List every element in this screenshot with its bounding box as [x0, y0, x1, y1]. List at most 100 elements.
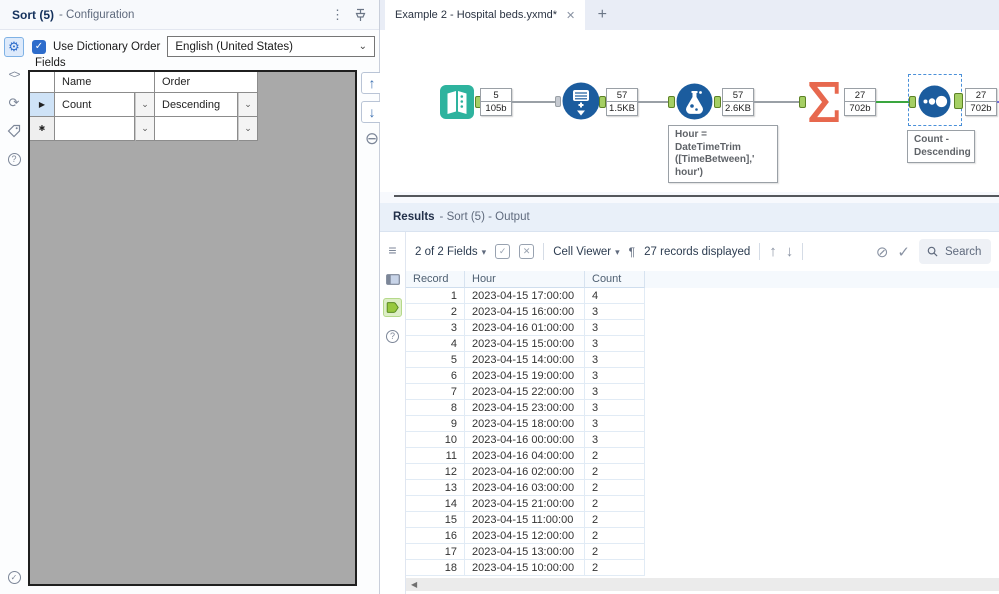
next-arrow-icon[interactable]: ↓ [786, 243, 794, 260]
count-cell[interactable]: 2 [585, 464, 645, 480]
count-cell[interactable]: 4 [585, 288, 645, 304]
splitter-handle[interactable] [394, 195, 999, 197]
count-cell[interactable]: 3 [585, 416, 645, 432]
wire-2[interactable] [638, 101, 669, 103]
hour-cell[interactable]: 2023-04-15 14:00:00 [465, 352, 585, 368]
scroll-left-icon[interactable]: ◀ [411, 580, 417, 589]
code-icon[interactable]: <> [4, 65, 24, 85]
count-cell[interactable]: 3 [585, 352, 645, 368]
record-cell[interactable]: 10 [406, 432, 465, 448]
record-cell[interactable]: 7 [406, 384, 465, 400]
settings-gear-icon[interactable]: ⚙ [4, 37, 24, 57]
panel-menu-icon[interactable]: ⋮ [321, 7, 354, 23]
formula-input-anchor[interactable] [668, 96, 675, 108]
generate-rows-output-anchor[interactable] [599, 96, 606, 108]
language-select[interactable]: English (United States) ⌄ [167, 36, 375, 57]
record-cell[interactable]: 16 [406, 528, 465, 544]
formula-tool[interactable] [676, 83, 713, 120]
connection-badge-5[interactable]: 27 702b [965, 88, 997, 116]
count-cell[interactable]: 2 [585, 544, 645, 560]
count-cell[interactable]: 3 [585, 368, 645, 384]
cell-viewer-dropdown[interactable]: Cell Viewer▾ [553, 246, 619, 258]
wire-1[interactable] [512, 101, 556, 103]
count-cell[interactable]: 3 [585, 304, 645, 320]
input-data-tool[interactable] [440, 85, 474, 119]
field-name-dropdown-icon[interactable]: ⌄ [135, 93, 155, 117]
column-header-record[interactable]: Record [406, 271, 465, 288]
panel-splitter[interactable] [380, 192, 999, 203]
summarize-input-anchor[interactable] [799, 96, 806, 108]
tag-icon[interactable] [4, 121, 24, 141]
row-selector-cell[interactable]: ▶ [30, 93, 55, 117]
field-order-dropdown-icon[interactable]: ⌄ [238, 93, 258, 117]
generate-rows-tool[interactable] [562, 82, 600, 120]
new-field-name-dropdown-icon[interactable]: ⌄ [135, 117, 155, 141]
hour-cell[interactable]: 2023-04-16 01:00:00 [465, 320, 585, 336]
count-cell[interactable]: 2 [585, 480, 645, 496]
new-field-order-dropdown-icon[interactable]: ⌄ [238, 117, 258, 141]
record-cell[interactable]: 6 [406, 368, 465, 384]
run-circle-icon[interactable]: ⟳ [4, 93, 24, 113]
record-cell[interactable]: 8 [406, 400, 465, 416]
count-cell[interactable]: 3 [585, 400, 645, 416]
prev-arrow-icon[interactable]: ↑ [769, 243, 777, 260]
apply-filter-check-icon[interactable]: ✓ [897, 243, 910, 261]
count-cell[interactable]: 2 [585, 528, 645, 544]
field-order-cell[interactable]: Descending [155, 93, 238, 117]
wire-3[interactable] [754, 101, 800, 103]
column-header-count[interactable]: Count [585, 271, 645, 288]
remove-field-button[interactable]: ⊖ [365, 130, 379, 147]
count-cell[interactable]: 3 [585, 320, 645, 336]
record-cell[interactable]: 11 [406, 448, 465, 464]
help-icon[interactable]: ? [4, 149, 24, 169]
workflow-canvas[interactable]: 5 105b 57 1.5KB [380, 30, 999, 192]
record-cell[interactable]: 14 [406, 496, 465, 512]
formula-output-anchor[interactable] [714, 96, 721, 108]
record-cell[interactable]: 13 [406, 480, 465, 496]
count-cell[interactable]: 2 [585, 512, 645, 528]
hour-cell[interactable]: 2023-04-15 15:00:00 [465, 336, 585, 352]
deselect-all-fields-icon[interactable]: ✕ [519, 244, 534, 259]
hour-cell[interactable]: 2023-04-15 13:00:00 [465, 544, 585, 560]
wire-4[interactable] [876, 101, 910, 103]
hour-cell[interactable]: 2023-04-16 03:00:00 [465, 480, 585, 496]
record-cell[interactable]: 18 [406, 560, 465, 576]
new-row-selector-cell[interactable]: ✱ [30, 117, 55, 141]
hour-cell[interactable]: 2023-04-15 12:00:00 [465, 528, 585, 544]
generate-rows-input-anchor[interactable] [555, 96, 561, 107]
output-anchor-tab[interactable] [383, 298, 402, 317]
connection-badge-1[interactable]: 5 105b [480, 88, 512, 116]
record-cell[interactable]: 9 [406, 416, 465, 432]
hour-cell[interactable]: 2023-04-15 17:00:00 [465, 288, 585, 304]
count-cell[interactable]: 3 [585, 384, 645, 400]
connection-badge-4[interactable]: 27 702b [844, 88, 876, 116]
field-name-cell[interactable]: Count [55, 93, 135, 117]
record-cell[interactable]: 15 [406, 512, 465, 528]
hour-cell[interactable]: 2023-04-15 23:00:00 [465, 400, 585, 416]
apply-check-icon[interactable]: ✓ [4, 567, 24, 587]
count-cell[interactable]: 3 [585, 336, 645, 352]
hour-cell[interactable]: 2023-04-16 00:00:00 [465, 432, 585, 448]
summarize-tool[interactable] [807, 80, 841, 124]
hour-cell[interactable]: 2023-04-15 18:00:00 [465, 416, 585, 432]
block-icon[interactable]: ⊘ [876, 243, 889, 261]
record-cell[interactable]: 1 [406, 288, 465, 304]
count-cell[interactable]: 2 [585, 496, 645, 512]
record-cell[interactable]: 2 [406, 304, 465, 320]
record-cell[interactable]: 4 [406, 336, 465, 352]
record-cell[interactable]: 3 [406, 320, 465, 336]
hour-cell[interactable]: 2023-04-15 16:00:00 [465, 304, 585, 320]
horizontal-scrollbar[interactable]: ◀ [406, 578, 999, 591]
hour-cell[interactable]: 2023-04-15 19:00:00 [465, 368, 585, 384]
metadata-list-icon[interactable]: ≡ [383, 240, 403, 260]
count-cell[interactable]: 3 [585, 432, 645, 448]
column-header-hour[interactable]: Hour [465, 271, 585, 288]
count-cell[interactable]: 2 [585, 560, 645, 576]
sort-tool[interactable] [918, 85, 951, 118]
pin-icon[interactable] [354, 8, 367, 22]
whitespace-toggle-icon[interactable]: ¶ [629, 245, 635, 259]
hour-cell[interactable]: 2023-04-15 22:00:00 [465, 384, 585, 400]
results-help-icon[interactable]: ? [383, 326, 403, 346]
sort-input-anchor[interactable] [909, 96, 916, 108]
new-tab-button[interactable]: + [585, 0, 619, 30]
